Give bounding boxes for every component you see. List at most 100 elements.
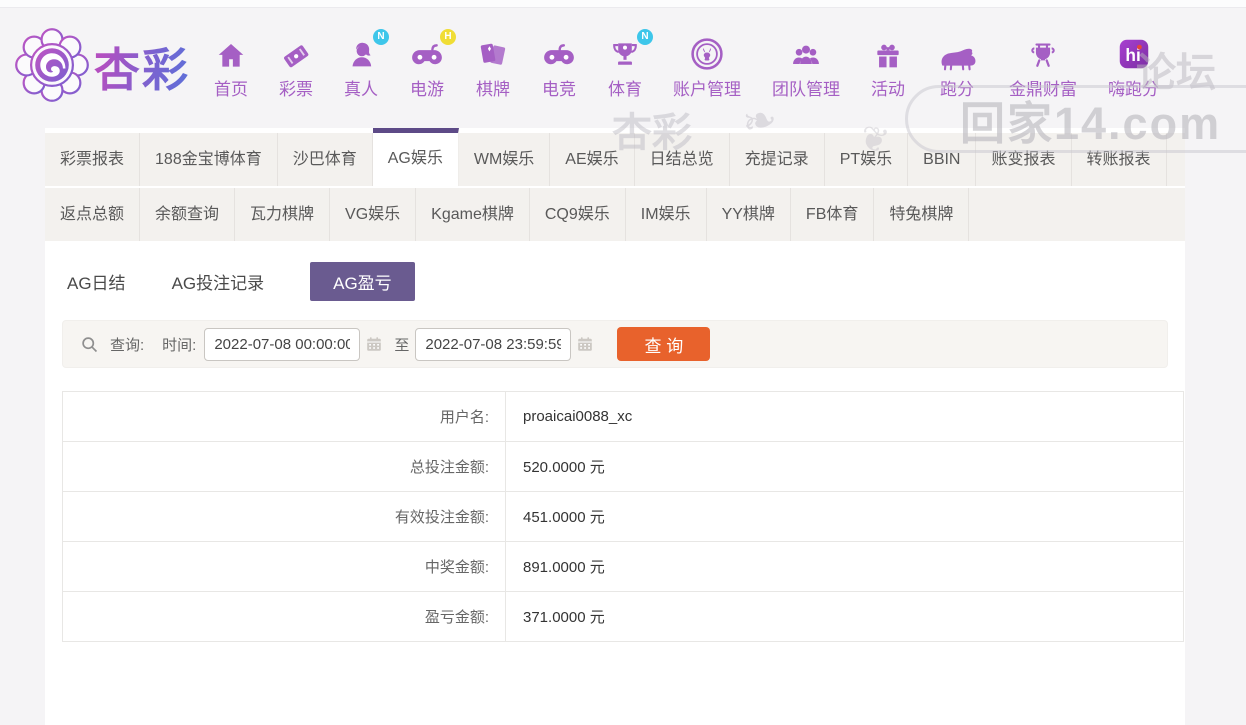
tab-row1-8[interactable]: PT娱乐 — [824, 133, 909, 186]
gift-icon — [872, 34, 904, 72]
nav-item-label: 彩票 — [279, 80, 313, 99]
nav-item-label: 金鼎财富 — [1009, 80, 1077, 99]
nav-badge-n: N — [637, 29, 653, 45]
tab-row1-0[interactable]: 彩票报表 — [45, 133, 141, 186]
ag-subtabs: AG日结 AG投注记录 AG盈亏 — [45, 241, 1185, 316]
hi-app-icon: hi — [1116, 34, 1152, 72]
tab-row1-10[interactable]: 账变报表 — [976, 133, 1072, 186]
report-tabs-row1: 彩票报表 188金宝博体育 沙巴体育 AG娱乐 WM娱乐 AE娱乐 日结总览 充提记录 PT娱乐… — [45, 128, 1185, 186]
query-button[interactable]: 查 询 — [617, 327, 711, 361]
tab-row2-5[interactable]: CQ9娱乐 — [529, 188, 626, 241]
tab-row1-9[interactable]: BBIN — [908, 133, 977, 186]
gamepad-icon: H — [409, 29, 456, 72]
nav-item-label: 活动 — [871, 80, 905, 99]
home-icon — [214, 34, 248, 72]
nav-item-gamepad[interactable]: H 电游 — [409, 29, 456, 100]
nav-item-label: 跑分 — [940, 80, 974, 99]
brand-name: 杏彩 — [94, 34, 190, 100]
top-strip — [0, 0, 1246, 8]
query-bar: 查询: 时间: 至 查 询 — [62, 320, 1168, 368]
table-row: 总投注金额: 520.0000 元 — [62, 441, 1184, 492]
profit-loss-table: 用户名: proaicai0088_xc 总投注金额: 520.0000 元有效投注金… — [62, 391, 1184, 642]
calendar-icon[interactable] — [366, 336, 382, 352]
calendar-icon[interactable] — [577, 336, 593, 352]
nav-item-label: 嗨跑分 — [1108, 80, 1159, 99]
tab-row1-3[interactable]: AG娱乐 — [372, 128, 459, 186]
tab-row2-2[interactable]: 瓦力棋牌 — [235, 188, 331, 241]
row-value: proaicai0088_xc — [505, 391, 1184, 442]
subtab-0[interactable]: AG日结 — [67, 262, 126, 301]
nav-item-label: 棋牌 — [476, 80, 510, 99]
nav-item-gift[interactable]: 活动 — [871, 34, 905, 100]
nav-item-label: 账户管理 — [673, 80, 741, 99]
tab-row1-2[interactable]: 沙巴体育 — [277, 133, 373, 186]
tab-row1-6[interactable]: 日结总览 — [634, 133, 730, 186]
main-nav: 首页 彩票 N 真人 H 电游 棋牌 电竞 N 体育 账户管理 团队管理 活动 跑分 金鼎财富 hi 嗨跑分 — [214, 29, 1159, 100]
nav-item-home[interactable]: 首页 — [214, 34, 248, 100]
ding-icon — [1026, 34, 1060, 72]
nav-badge-n: N — [373, 29, 389, 45]
nav-item-label: 团队管理 — [772, 80, 840, 99]
nav-item-live-person[interactable]: N 真人 — [344, 29, 389, 100]
search-icon — [81, 336, 98, 353]
account-icon — [689, 34, 725, 72]
query-label: 查询: — [110, 336, 145, 354]
tab-row2-4[interactable]: Kgame棋牌 — [416, 188, 530, 241]
nav-item-label: 首页 — [214, 80, 248, 99]
row-label: 中奖金额: — [62, 541, 506, 592]
report-tabs-row2: 返点总额 余额查询 瓦力棋牌 VG娱乐 Kgame棋牌 CQ9娱乐 IM娱乐 YY棋牌 FB体育… — [45, 186, 1185, 241]
table-row: 中奖金额: 891.0000 元 — [62, 541, 1184, 592]
nav-item-rhino[interactable]: 跑分 — [936, 34, 978, 100]
tab-row2-6[interactable]: IM娱乐 — [625, 188, 707, 241]
nav-item-ticket[interactable]: 彩票 — [279, 34, 313, 100]
nav-item-team[interactable]: 团队管理 — [772, 34, 840, 100]
tab-row1-4[interactable]: WM娱乐 — [458, 133, 551, 186]
subtab-2[interactable]: AG盈亏 — [310, 262, 415, 301]
tab-row2-9[interactable]: 特兔棋牌 — [874, 188, 970, 241]
rhino-icon — [936, 34, 978, 72]
subtab-1[interactable]: AG投注记录 — [172, 262, 265, 301]
ticket-icon — [279, 34, 313, 72]
header: 杏彩 首页 彩票 N 真人 H 电游 棋牌 电竞 N 体育 账户管理 团队管理 活动 跑分 金鼎财富 hi 嗨跑… — [0, 8, 1246, 126]
profit-loss-table-body: 用户名: proaicai0088_xc 总投注金额: 520.0000 元有效投注金… — [62, 391, 1184, 642]
table-row: 有效投注金额: 451.0000 元 — [62, 491, 1184, 542]
esports-icon — [541, 34, 577, 72]
row-value: 371.0000 元 — [505, 591, 1184, 642]
nav-item-label: 体育 — [608, 80, 642, 99]
tab-row2-7[interactable]: YY棋牌 — [706, 188, 791, 241]
trophy-icon: N — [608, 29, 653, 72]
tab-row2-1[interactable]: 余额查询 — [140, 188, 236, 241]
nav-item-hi-app[interactable]: hi 嗨跑分 — [1108, 34, 1159, 100]
tab-row1-1[interactable]: 188金宝博体育 — [140, 133, 278, 186]
flower-logo-icon — [14, 27, 90, 108]
tab-row2-3[interactable]: VG娱乐 — [330, 188, 417, 241]
row-label: 盈亏金额: — [62, 591, 506, 642]
tab-row2-0[interactable]: 返点总额 — [45, 188, 141, 241]
nav-item-ding[interactable]: 金鼎财富 — [1009, 34, 1077, 100]
date-range-separator: 至 — [394, 336, 410, 354]
tab-row1-7[interactable]: 充提记录 — [729, 133, 825, 186]
table-row: 用户名: proaicai0088_xc — [62, 391, 1184, 442]
nav-item-esports[interactable]: 电竞 — [541, 34, 577, 100]
nav-item-label: 真人 — [344, 80, 378, 99]
live-person-icon: N — [344, 29, 389, 72]
nav-item-cards[interactable]: 棋牌 — [476, 34, 510, 100]
brand-logo[interactable]: 杏彩 — [14, 27, 190, 108]
tab-row2-8[interactable]: FB体育 — [790, 188, 875, 241]
nav-item-label: 电竞 — [542, 80, 576, 99]
date-from-input[interactable] — [204, 327, 361, 361]
nav-item-trophy[interactable]: N 体育 — [608, 29, 653, 100]
row-label: 总投注金额: — [62, 441, 506, 492]
row-value: 520.0000 元 — [505, 441, 1184, 492]
tab-row1-5[interactable]: AE娱乐 — [550, 133, 635, 186]
tab-row1-11[interactable]: 转账报表 — [1071, 133, 1167, 186]
row-label: 用户名: — [62, 391, 506, 442]
time-label: 时间: — [162, 336, 197, 354]
date-to-input[interactable] — [415, 327, 572, 361]
row-label: 有效投注金额: — [62, 491, 506, 542]
nav-badge-h: H — [440, 29, 456, 45]
table-row: 盈亏金额: 371.0000 元 — [62, 591, 1184, 642]
row-value: 891.0000 元 — [505, 541, 1184, 592]
nav-item-label: 电游 — [410, 80, 444, 99]
nav-item-account[interactable]: 账户管理 — [673, 34, 741, 100]
